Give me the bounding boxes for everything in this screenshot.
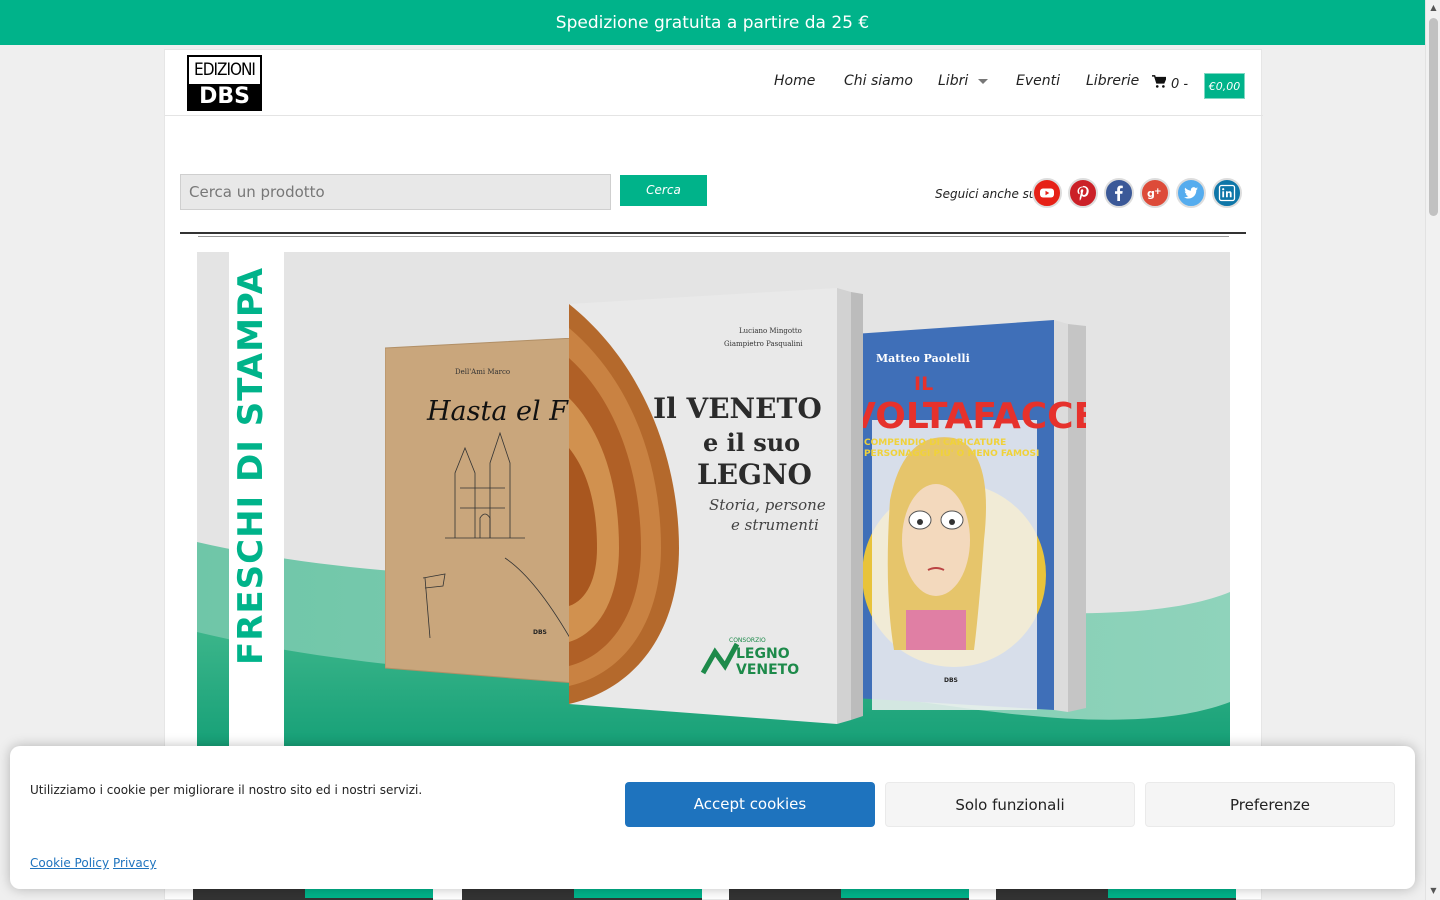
cart-total-badge[interactable]: €0,00 (1204, 73, 1245, 99)
book2-author-2: Giampietro Pasqualini (724, 340, 803, 348)
nav-home[interactable]: Home (774, 73, 815, 89)
google-plus-icon[interactable]: g + (1140, 178, 1170, 208)
book2-subtitle-line-1: Storia, persone (709, 496, 826, 514)
logo-top-text: EDIZIONI (194, 60, 256, 80)
functional-only-button[interactable]: Solo funzionali (885, 782, 1135, 827)
book2-subtitle-line-2: e strumenti (731, 516, 819, 534)
nav-chi-siamo[interactable]: Chi siamo (844, 73, 913, 89)
book1-author: Dell'Ami Marco (455, 368, 510, 376)
book3-subtitle-line-2: DI PERSONAGGI PIU' O MENO FAMOSI (854, 449, 1039, 459)
privacy-link[interactable]: Privacy (113, 856, 156, 870)
main-nav: Home Chi siamo Libri Eventi Librerie 0 -… (763, 73, 1263, 99)
product-thumbnails-row (193, 888, 1243, 900)
book-veneto-legno[interactable]: Luciano Mingotto Giampietro Pasqualini I… (569, 288, 869, 728)
accept-cookies-button[interactable]: Accept cookies (625, 782, 875, 827)
chevron-down-icon (978, 78, 989, 84)
svg-text:DBS: DBS (944, 677, 958, 684)
book3-subtitle-line-1: COMPENDIO DI CARICATURE (864, 438, 1006, 448)
book-hasta-el-final[interactable]: Dell'Ami Marco Hasta el Final DBS (385, 338, 585, 683)
nav-libri[interactable]: Libri (938, 73, 989, 89)
scroll-up-icon[interactable]: ▲ (1429, 3, 1438, 12)
banner-vertical-title: FRESCHI DI STAMPA (231, 266, 271, 665)
youtube-icon[interactable] (1032, 178, 1062, 208)
book2-author-1: Luciano Mingotto (739, 327, 802, 335)
product-thumbnail[interactable] (193, 888, 433, 900)
cookie-message: Utilizziamo i cookie per migliorare il n… (30, 783, 423, 797)
site-header: EDIZIONI DBS Home Chi siamo Libri Eventi… (165, 50, 1263, 116)
linkedin-icon[interactable] (1212, 178, 1242, 208)
product-thumbnail[interactable] (729, 888, 969, 900)
banner-left-margin (197, 252, 229, 748)
shipping-banner-text: Spedizione gratuita a partire da 25 € (555, 12, 870, 33)
preferences-button[interactable]: Preferenze (1145, 782, 1395, 827)
book2-brand-small: CONSORZIO (729, 637, 766, 644)
cart-icon[interactable] (1152, 75, 1166, 89)
cart-count[interactable]: 0 - (1171, 77, 1188, 92)
book3-author: Matteo Paolelli (876, 352, 970, 365)
scroll-down-icon[interactable]: ▼ (1429, 886, 1438, 895)
book1-title: Hasta el Final (426, 396, 585, 427)
pinterest-icon[interactable] (1068, 178, 1098, 208)
facebook-icon[interactable] (1104, 178, 1134, 208)
site-logo[interactable]: EDIZIONI DBS (187, 55, 262, 111)
header-divider (180, 232, 1246, 234)
twitter-icon[interactable] (1176, 178, 1206, 208)
book2-title-line-2: e il suo (703, 428, 800, 457)
logo-bottom-text: DBS (189, 84, 260, 109)
shipping-banner: Spedizione gratuita a partire da 25 € (0, 0, 1425, 45)
page-scrollbar[interactable]: ▲ ▼ (1425, 0, 1440, 900)
svg-text:+: + (1154, 187, 1162, 197)
book2-brand-line-1: LEGNO (736, 646, 790, 662)
social-follow-label: Seguici anche su (935, 187, 1037, 201)
product-thumbnail[interactable] (996, 888, 1236, 900)
svg-text:DBS: DBS (533, 629, 547, 636)
book2-title-line-3: LEGNO (697, 458, 812, 491)
nav-libri-label: Libri (938, 73, 969, 89)
search-button[interactable]: Cerca (620, 175, 707, 206)
book3-title-line-1: IL (914, 373, 933, 395)
book2-title-line-1: Il VENETO (653, 392, 822, 425)
book-voltafacce[interactable]: Matteo Paolelli IL VOLTAFACCE COMPENDIO … (854, 320, 1086, 720)
cookie-policy-link[interactable]: Cookie Policy (30, 856, 109, 870)
nav-librerie[interactable]: Librerie (1086, 73, 1139, 89)
hero-banner[interactable]: FRESCHI DI STAMPA Dell'Ami Marco Hasta e… (197, 252, 1230, 748)
banner-label-strip: FRESCHI DI STAMPA (229, 252, 284, 748)
book3-title-line-2: VOLTAFACCE (854, 396, 1086, 437)
scrollbar-thumb[interactable] (1429, 18, 1438, 216)
cookie-consent-banner: Utilizziamo i cookie per migliorare il n… (10, 746, 1415, 889)
header-divider-thin (198, 236, 1229, 237)
product-thumbnail[interactable] (462, 888, 702, 900)
search-input[interactable]: Cerca un prodotto (180, 174, 611, 210)
nav-eventi[interactable]: Eventi (1016, 73, 1060, 89)
book2-brand-line-2: VENETO (736, 662, 799, 678)
